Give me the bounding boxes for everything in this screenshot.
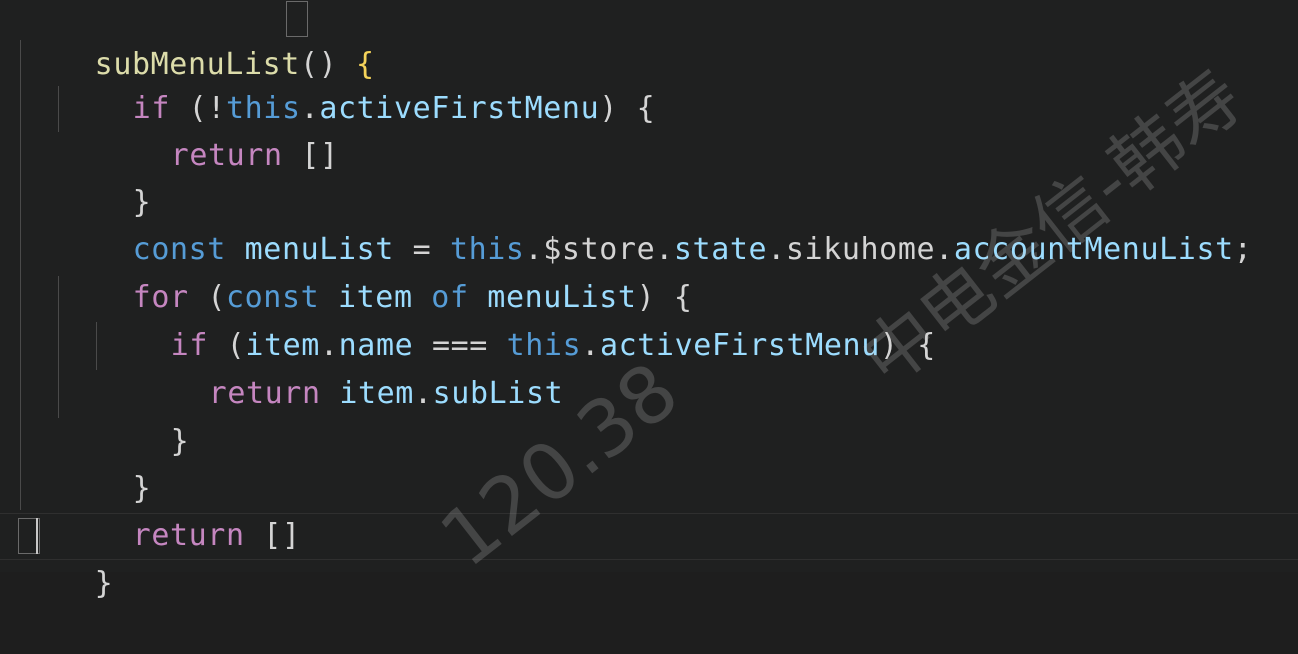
code-line-2[interactable]: if (!this.activeFirstMenu) {	[58, 38, 655, 126]
code-line-11[interactable]: return []	[58, 465, 301, 553]
current-line-highlight	[0, 513, 1298, 560]
code-line-1[interactable]: subMenuList() {	[20, 0, 375, 82]
code-line-8[interactable]: return item.subList	[134, 323, 563, 411]
code-line-10[interactable]: }	[58, 418, 151, 506]
code-editor[interactable]: subMenuList() { if (!this.activeFirstMen…	[0, 0, 1298, 601]
brace-match-highlight	[286, 1, 308, 37]
code-line-9[interactable]: }	[96, 371, 189, 459]
code-line-5[interactable]: const menuList = this.$store.state.sikuh…	[58, 179, 1252, 267]
code-line-7[interactable]: if (item.name === this.activeFirstMenu) …	[96, 275, 936, 363]
code-line-4[interactable]: }	[58, 132, 151, 220]
code-line-6[interactable]: for (const item of menuList) {	[58, 227, 693, 315]
text-cursor	[36, 518, 38, 554]
code-line-3[interactable]: return []	[96, 85, 339, 173]
